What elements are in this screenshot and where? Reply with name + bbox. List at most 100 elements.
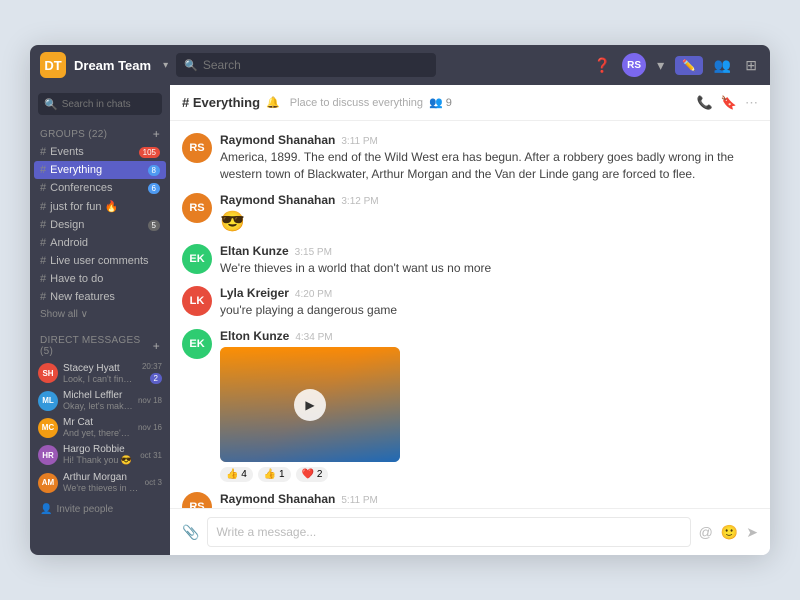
sidebar: 🔍 GROUPS (22) + # Events 105 # Everythin… bbox=[30, 85, 170, 555]
message-body: Raymond Shanahan 5:11 PM Woow!!! It's aw… bbox=[220, 492, 758, 508]
dm-item-mrcat[interactable]: MC Mr Cat And yet, there's and... nov 16 bbox=[30, 414, 170, 441]
emoji-icon[interactable]: 🙂 bbox=[721, 524, 738, 541]
add-dm-button[interactable]: + bbox=[153, 339, 160, 353]
message-group: EK Eltan Kunze 3:15 PM We're thieves in … bbox=[182, 244, 758, 277]
message-header: Raymond Shanahan 5:11 PM bbox=[220, 492, 758, 506]
dm-section: DIRECT MESSAGES (5) + SH Stacey Hyatt Lo… bbox=[30, 331, 170, 496]
reaction-heart-2[interactable]: ❤️ 2 bbox=[296, 467, 329, 482]
messages-container: RS Raymond Shanahan 3:11 PM America, 189… bbox=[170, 121, 770, 508]
sidebar-item-everything[interactable]: # Everything 8 bbox=[34, 161, 166, 179]
search-bar: 🔍 bbox=[176, 53, 436, 77]
reaction-thumbs-up-1[interactable]: 👍 1 bbox=[258, 467, 291, 482]
message-header: Elton Kunze 4:34 PM bbox=[220, 329, 758, 343]
sidebar-search: 🔍 bbox=[38, 93, 162, 115]
grid-icon[interactable]: ⊞ bbox=[742, 54, 760, 77]
dm-item-arthur[interactable]: AM Arthur Morgan We're thieves in a worl… bbox=[30, 469, 170, 496]
chat-area: # Everything 🔔 Place to discuss everythi… bbox=[170, 85, 770, 555]
message-body: Lyla Kreiger 4:20 PM you're playing a da… bbox=[220, 286, 758, 319]
dm-info-michel: Michel Leffler Okay, let's make it this.… bbox=[63, 390, 133, 411]
show-all-button[interactable]: Show all ∨ bbox=[30, 306, 170, 323]
message-input[interactable] bbox=[207, 517, 690, 547]
message-body: Raymond Shanahan 3:12 PM 😎 bbox=[220, 193, 758, 234]
message-group: LK Lyla Kreiger 4:20 PM you're playing a… bbox=[182, 286, 758, 319]
main-content: 🔍 GROUPS (22) + # Events 105 # Everythin… bbox=[30, 85, 770, 555]
message-body: Elton Kunze 4:34 PM ▶ 👍 4 👍 1 ❤️ 2 bbox=[220, 329, 758, 482]
send-icon[interactable]: ➤ bbox=[746, 524, 758, 541]
sidebar-item-just-for-fun[interactable]: # just for fun 🔥 bbox=[30, 197, 170, 216]
dm-avatar-stacey: SH bbox=[38, 363, 58, 383]
team-name: Dream Team bbox=[74, 58, 151, 73]
add-group-button[interactable]: + bbox=[153, 127, 160, 141]
reactions: 👍 4 👍 1 ❤️ 2 bbox=[220, 467, 758, 482]
at-icon[interactable]: @ bbox=[699, 524, 713, 540]
sidebar-item-have-to-do[interactable]: # Have to do bbox=[30, 270, 170, 288]
chevron-icon[interactable]: ▾ bbox=[654, 54, 667, 77]
chat-header-actions: 📞 🔖 ⋯ bbox=[697, 95, 758, 111]
message-body: Raymond Shanahan 3:11 PM America, 1899. … bbox=[220, 133, 758, 183]
team-chevron-icon[interactable]: ▾ bbox=[163, 60, 168, 71]
dm-info-arthur: Arthur Morgan We're thieves in a world t… bbox=[63, 472, 140, 493]
help-icon[interactable]: ❓ bbox=[591, 54, 614, 77]
sidebar-search-input[interactable] bbox=[62, 99, 156, 110]
dm-item-stacey[interactable]: SH Stacey Hyatt Look, I can't find anyth… bbox=[30, 359, 170, 387]
sidebar-item-live-user-comments[interactable]: # Live user comments bbox=[30, 252, 170, 270]
bookmark-icon[interactable]: 🔖 bbox=[721, 95, 737, 111]
message-group: EK Elton Kunze 4:34 PM ▶ 👍 4 bbox=[182, 329, 758, 482]
message-header: Eltan Kunze 3:15 PM bbox=[220, 244, 758, 258]
channel-bell-icon[interactable]: 🔔 bbox=[266, 96, 280, 109]
dm-item-michel[interactable]: ML Michel Leffler Okay, let's make it th… bbox=[30, 387, 170, 414]
invite-people-button[interactable]: 👤 Invite people bbox=[30, 500, 170, 519]
more-icon[interactable]: ⋯ bbox=[745, 95, 758, 111]
groups-label: GROUPS (22) + bbox=[30, 123, 170, 143]
message-avatar: EK bbox=[182, 244, 212, 274]
users-icon[interactable]: 👥 bbox=[711, 54, 734, 77]
search-icon: 🔍 bbox=[184, 59, 198, 72]
top-bar-actions: ❓ RS ▾ ✏️ 👥 ⊞ bbox=[591, 53, 760, 77]
play-button[interactable]: ▶ bbox=[294, 389, 326, 421]
chat-header: # Everything 🔔 Place to discuss everythi… bbox=[170, 85, 770, 121]
message-header: Lyla Kreiger 4:20 PM bbox=[220, 286, 758, 300]
reaction-thumbs-up-4[interactable]: 👍 4 bbox=[220, 467, 253, 482]
sidebar-item-android[interactable]: # Android bbox=[30, 234, 170, 252]
message-avatar: LK bbox=[182, 286, 212, 316]
message-group: RS Raymond Shanahan 3:12 PM 😎 bbox=[182, 193, 758, 234]
app-window: DT Dream Team ▾ 🔍 ❓ RS ▾ ✏️ 👥 ⊞ 🔍 GROUPS… bbox=[30, 45, 770, 555]
notification-button[interactable]: ✏️ bbox=[675, 56, 703, 75]
channel-name: # Everything bbox=[182, 95, 260, 110]
dm-info-hargo: Hargo Robbie Hi! Thank you 😎 bbox=[63, 444, 135, 466]
sidebar-search-icon: 🔍 bbox=[44, 98, 58, 111]
sidebar-item-design[interactable]: # Design 5 bbox=[30, 216, 170, 234]
dm-avatar-hargo: HR bbox=[38, 445, 58, 465]
search-input[interactable] bbox=[203, 58, 428, 72]
message-header: Raymond Shanahan 3:11 PM bbox=[220, 133, 758, 147]
chat-input-icons: @ 🙂 ➤ bbox=[699, 524, 758, 541]
message-avatar: EK bbox=[182, 329, 212, 359]
message-avatar: RS bbox=[182, 193, 212, 223]
message-group: RS Raymond Shanahan 5:11 PM Woow!!! It's… bbox=[182, 492, 758, 508]
dm-label: DIRECT MESSAGES (5) + bbox=[30, 331, 170, 359]
channel-members: 👥 9 bbox=[429, 96, 452, 109]
sidebar-item-conferences[interactable]: # Conferences 6 bbox=[30, 179, 170, 197]
video-inner: ▶ bbox=[220, 347, 400, 462]
sidebar-item-events[interactable]: # Events 105 bbox=[30, 143, 170, 161]
message-avatar: RS bbox=[182, 133, 212, 163]
channel-description: Place to discuss everything bbox=[290, 97, 423, 109]
dm-avatar-arthur: AM bbox=[38, 473, 58, 493]
dm-item-hargo[interactable]: HR Hargo Robbie Hi! Thank you 😎 oct 31 bbox=[30, 441, 170, 469]
avatar[interactable]: RS bbox=[622, 53, 646, 77]
message-body: Eltan Kunze 3:15 PM We're thieves in a w… bbox=[220, 244, 758, 277]
dm-avatar-mrcat: MC bbox=[38, 418, 58, 438]
sidebar-item-new-features[interactable]: # New features bbox=[30, 288, 170, 306]
dm-info-stacey: Stacey Hyatt Look, I can't find anything bbox=[63, 363, 137, 384]
chat-input-area: 📎 @ 🙂 ➤ bbox=[170, 508, 770, 555]
message-header: Raymond Shanahan 3:12 PM bbox=[220, 193, 758, 207]
team-logo: DT bbox=[40, 52, 66, 78]
dm-avatar-michel: ML bbox=[38, 391, 58, 411]
message-avatar: RS bbox=[182, 492, 212, 508]
message-group: RS Raymond Shanahan 3:11 PM America, 189… bbox=[182, 133, 758, 183]
phone-icon[interactable]: 📞 bbox=[697, 95, 713, 111]
dm-info-mrcat: Mr Cat And yet, there's and... bbox=[63, 417, 133, 438]
video-thumbnail[interactable]: ▶ bbox=[220, 347, 400, 462]
top-bar: DT Dream Team ▾ 🔍 ❓ RS ▾ ✏️ 👥 ⊞ bbox=[30, 45, 770, 85]
attach-icon[interactable]: 📎 bbox=[182, 524, 199, 541]
